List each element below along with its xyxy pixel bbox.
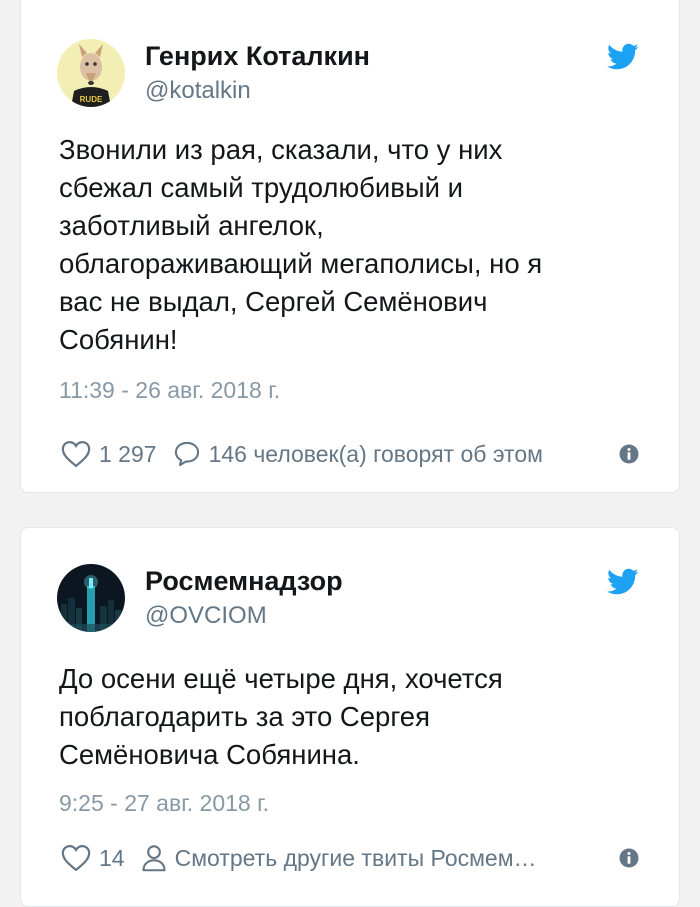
author-name[interactable]: Генрих Коталкин bbox=[145, 41, 370, 72]
like-button[interactable]: 14 bbox=[61, 844, 125, 872]
avatar-image: RUDE bbox=[57, 39, 125, 107]
tweet-timestamp[interactable]: 11:39 - 26 авг. 2018 г. bbox=[59, 377, 280, 404]
tweet-text-line: Семёновича Собянина. bbox=[59, 739, 360, 770]
person-icon bbox=[141, 844, 167, 872]
tweet-card[interactable]: RUDE Генрих Коталкин @kotalkin Звонили и… bbox=[20, 0, 680, 493]
more-tweets-link[interactable]: Смотреть другие твиты Росмем… bbox=[141, 844, 537, 872]
svg-text:RUDE: RUDE bbox=[80, 95, 103, 104]
twitter-bird-icon[interactable] bbox=[607, 568, 639, 596]
tweet-text-line: Собянин! bbox=[59, 324, 178, 355]
author-handle[interactable]: @kotalkin bbox=[145, 77, 251, 105]
heart-icon bbox=[61, 844, 91, 872]
like-count: 14 bbox=[99, 844, 125, 871]
conversation-label: 146 человек(а) говорят об этом bbox=[208, 440, 543, 467]
more-tweets-label: Смотреть другие твиты Росмем… bbox=[174, 844, 537, 871]
tweet-text: Звонили из рая, сказали, что у них сбежа… bbox=[59, 131, 639, 359]
author-handle[interactable]: @OVCIOM bbox=[145, 602, 267, 630]
conversation-link[interactable]: 146 человек(а) говорят об этом bbox=[173, 440, 543, 468]
info-icon[interactable] bbox=[619, 444, 639, 464]
tweet-text-line: поблагодарить за это Сергея bbox=[59, 701, 430, 732]
tweet-text-line: сбежал самый трудолюбивый и bbox=[59, 172, 463, 203]
avatar[interactable] bbox=[57, 564, 125, 632]
tweet-text-line: облагораживающий мегаполисы, но я bbox=[59, 248, 543, 279]
tweet-timestamp[interactable]: 9:25 - 27 авг. 2018 г. bbox=[59, 790, 269, 817]
tweet-card[interactable]: Росмемнадзор @OVCIOM До осени ещё четыре… bbox=[20, 527, 680, 907]
twitter-bird-icon[interactable] bbox=[607, 43, 639, 71]
tweet-actions: 1 297 146 человек(а) говорят об этом bbox=[61, 437, 639, 471]
author-name[interactable]: Росмемнадзор bbox=[145, 566, 343, 597]
info-icon[interactable] bbox=[619, 848, 639, 868]
tweet-text: До осени ещё четыре дня, хочется поблаго… bbox=[59, 660, 639, 774]
tweet-text-line: заботливый ангелок, bbox=[59, 210, 324, 241]
tweet-text-line: Звонили из рая, сказали, что у них bbox=[59, 134, 503, 165]
avatar-image bbox=[57, 564, 125, 632]
like-count: 1 297 bbox=[99, 440, 157, 467]
heart-icon bbox=[61, 440, 91, 468]
like-button[interactable]: 1 297 bbox=[61, 440, 157, 468]
tweet-text-line: До осени ещё четыре дня, хочется bbox=[59, 663, 503, 694]
tweet-actions: 14 Смотреть другие твиты Росмем… bbox=[61, 841, 639, 875]
avatar[interactable]: RUDE bbox=[57, 39, 125, 107]
comment-icon bbox=[173, 440, 201, 468]
tweet-text-line: вас не выдал, Сергей Семёнович bbox=[59, 286, 488, 317]
